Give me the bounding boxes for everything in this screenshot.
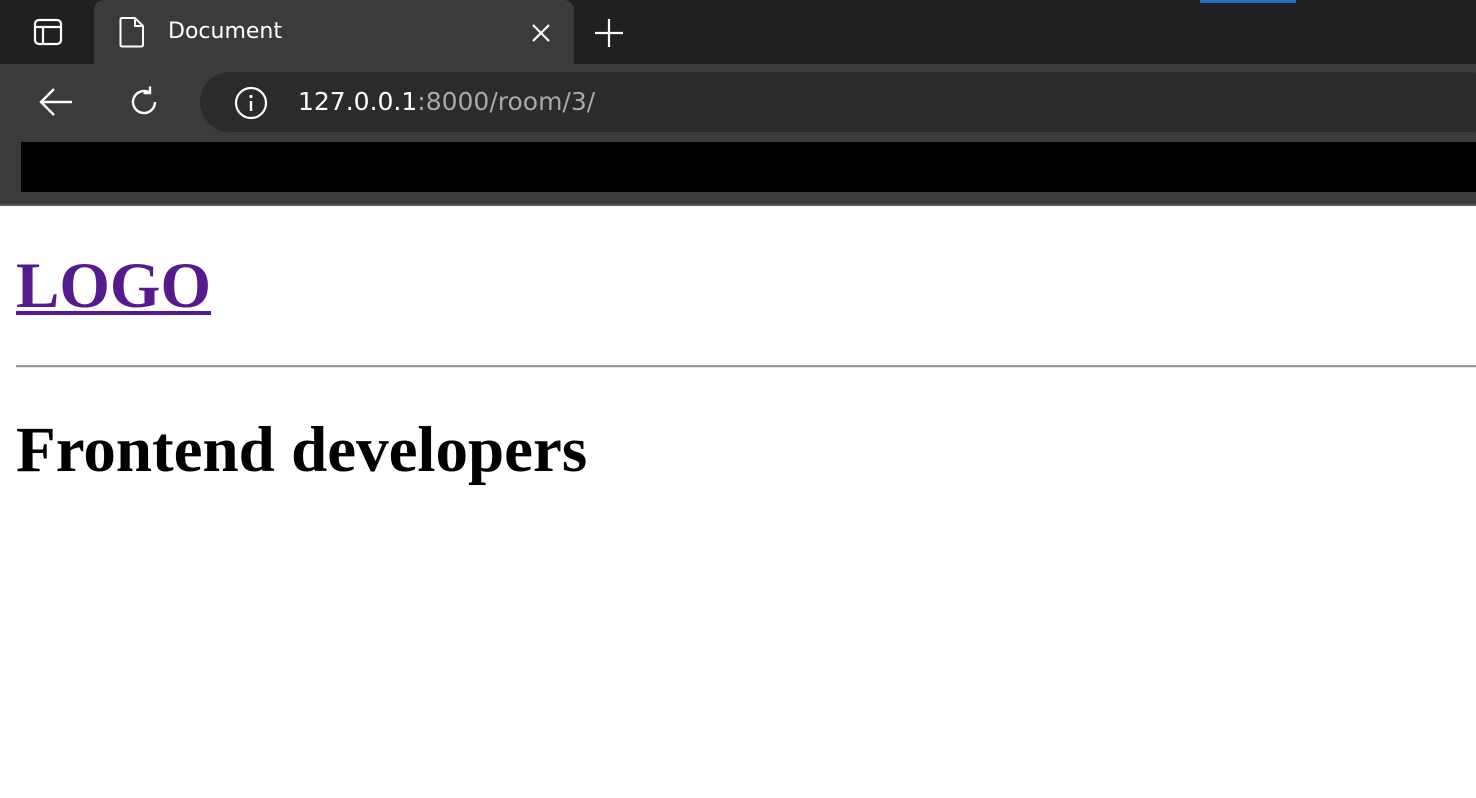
tab-actions-button[interactable] — [14, 10, 82, 54]
tab-title: Document — [168, 19, 282, 44]
accent-strip — [1200, 0, 1296, 3]
refresh-button[interactable] — [120, 78, 168, 126]
close-icon — [532, 24, 550, 42]
url-text[interactable]: 127.0.0.1:8000/room/3/ — [298, 87, 595, 117]
back-arrow-icon — [39, 88, 72, 116]
bookmarks-bar-redacted — [21, 142, 1476, 192]
url-path: :8000/room/3/ — [417, 87, 596, 116]
page-title: Frontend developers — [16, 414, 588, 486]
plus-icon — [595, 19, 623, 47]
back-button[interactable] — [32, 78, 80, 126]
tab-document[interactable]: Document — [94, 0, 574, 64]
browser-chrome: Document 127.0.0.1:8000/room/3/ — [0, 0, 1476, 206]
new-tab-button[interactable] — [590, 14, 628, 52]
page-icon — [119, 17, 144, 48]
page-content: LOGO Frontend developers — [0, 206, 1476, 798]
toolbar: 127.0.0.1:8000/room/3/ — [0, 64, 1476, 140]
horizontal-rule — [16, 365, 1476, 368]
refresh-icon — [131, 86, 157, 115]
tab-actions-icon — [33, 18, 63, 46]
address-bar[interactable]: 127.0.0.1:8000/room/3/ — [200, 72, 1476, 132]
info-icon[interactable] — [234, 86, 268, 120]
tab-close-button[interactable] — [526, 18, 556, 48]
url-host: 127.0.0.1 — [298, 87, 418, 116]
tab-strip: Document — [0, 0, 1476, 64]
logo-link[interactable]: LOGO — [16, 248, 211, 324]
